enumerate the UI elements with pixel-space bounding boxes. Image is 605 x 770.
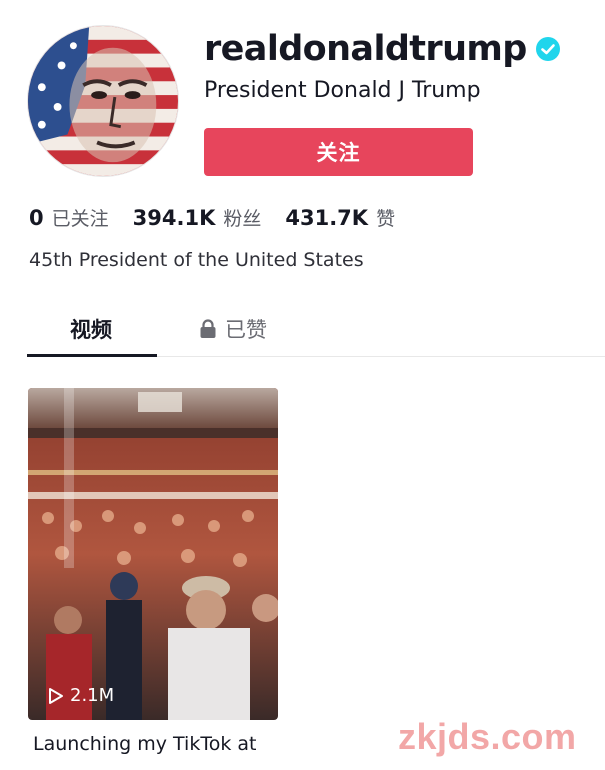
- nickname: President Donald J Trump: [204, 78, 481, 103]
- profile-avatar[interactable]: [27, 25, 179, 177]
- avatar-image: [28, 26, 178, 176]
- tab-label: 已赞: [225, 318, 267, 342]
- stat-followers[interactable]: 394.1K 粉丝: [133, 204, 262, 231]
- lock-icon: [200, 319, 216, 338]
- video-thumbnail-image: [28, 388, 278, 720]
- tab-liked[interactable]: 已赞: [199, 314, 267, 344]
- stat-value: 431.7K: [285, 206, 369, 230]
- follow-button[interactable]: 关注: [204, 128, 473, 176]
- active-tab-indicator: [27, 354, 157, 357]
- view-count: 2.1M: [70, 685, 115, 706]
- stat-value: 0: [29, 206, 44, 230]
- watermark: zkjds.com: [398, 716, 577, 757]
- stat-following[interactable]: 0 已关注: [29, 204, 109, 231]
- tab-videos[interactable]: 视频: [70, 314, 112, 344]
- video-caption: Launching my TikTok at: [33, 733, 257, 755]
- stat-label: 赞: [376, 208, 396, 230]
- stat-value: 394.1K: [132, 206, 216, 230]
- username-row: realdonaldtrump: [204, 26, 561, 72]
- stat-likes: 431.7K 赞: [285, 204, 395, 231]
- username: realdonaldtrump: [204, 29, 527, 69]
- play-icon: [49, 687, 63, 704]
- tab-label: 视频: [70, 318, 112, 342]
- video-thumbnail-card[interactable]: 2.1M: [28, 388, 278, 720]
- verified-badge-icon: [535, 37, 560, 61]
- profile-stats: 0 已关注 394.1K 粉丝 431.7K 赞: [29, 204, 419, 231]
- stat-label: 粉丝: [223, 208, 262, 230]
- stat-label: 已关注: [51, 208, 109, 230]
- profile-tabs: 视频 已赞: [27, 300, 605, 357]
- video-view-count: 2.1M: [48, 685, 114, 706]
- profile-bio: 45th President of the United States: [29, 249, 364, 271]
